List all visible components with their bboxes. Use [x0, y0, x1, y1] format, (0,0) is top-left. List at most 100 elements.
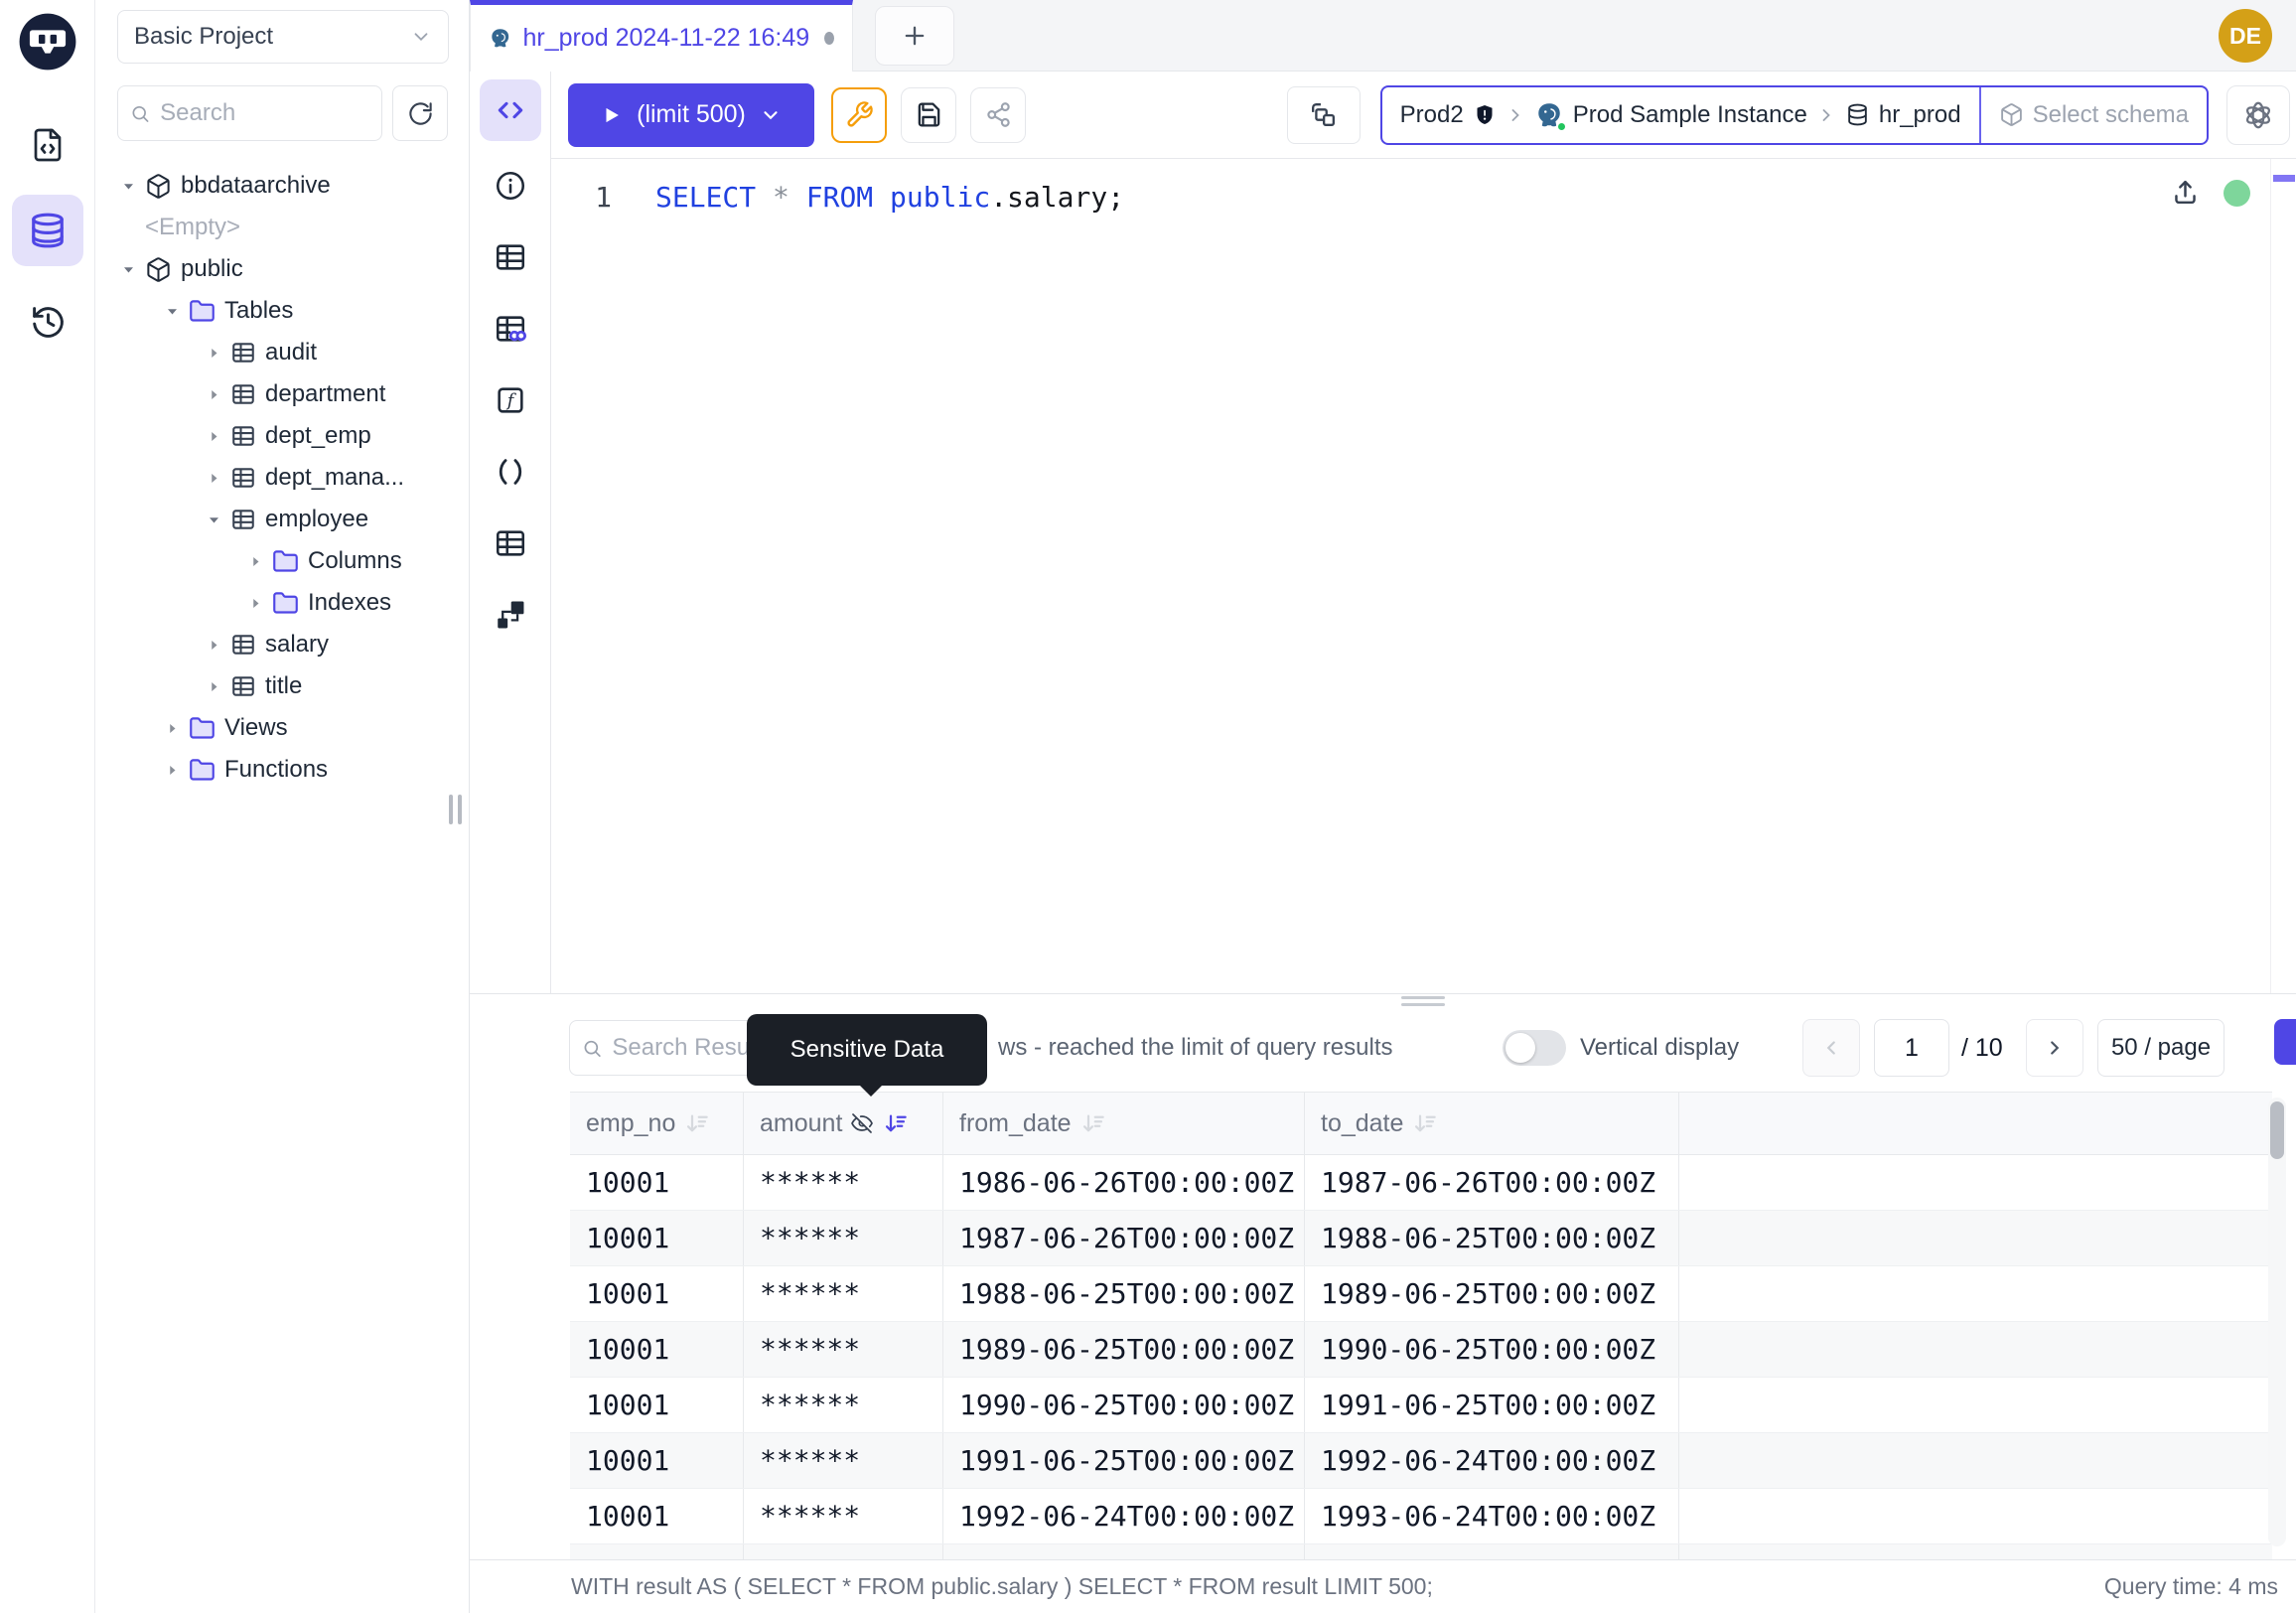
- tree-item-department[interactable]: department: [95, 373, 469, 415]
- tree-caret[interactable]: [161, 304, 183, 319]
- tree-item-columns[interactable]: Columns: [95, 540, 469, 582]
- table-row[interactable]: 10001******1990-06-25T00:00:00Z1991-06-2…: [570, 1378, 2272, 1433]
- sort-toggle[interactable]: [683, 1110, 710, 1137]
- refresh-schema-button[interactable]: [392, 85, 448, 141]
- cell[interactable]: 1987-06-26T00:00:00Z: [943, 1211, 1305, 1265]
- table-row[interactable]: 10001******1992-06-24T00:00:00Z1993-06-2…: [570, 1489, 2272, 1544]
- cell[interactable]: 1990-06-25T00:00:00Z: [1305, 1322, 1679, 1377]
- cell[interactable]: 10001: [570, 1211, 744, 1265]
- tree-caret[interactable]: [203, 387, 224, 402]
- bytebase-logo[interactable]: [17, 11, 78, 73]
- page-number-input[interactable]: [1874, 1019, 1949, 1077]
- run-query-button[interactable]: (limit 500): [568, 83, 814, 147]
- sort-toggle[interactable]: [1079, 1110, 1106, 1137]
- editor-overview-ruler[interactable]: [2270, 159, 2296, 993]
- sort-toggle[interactable]: [882, 1110, 909, 1137]
- results-scrollbar[interactable]: [2268, 1098, 2286, 1546]
- table-row[interactable]: 10001******1987-06-26T00:00:00Z1988-06-2…: [570, 1211, 2272, 1266]
- history-nav-icon[interactable]: [12, 286, 83, 358]
- tab-hr-prod[interactable]: hr_prod 2024-11-22 16:49: [470, 0, 853, 72]
- upload-sql-button[interactable]: [2170, 177, 2201, 208]
- cell[interactable]: 10001: [570, 1544, 744, 1559]
- page-size-select[interactable]: 50 / page: [2097, 1019, 2224, 1077]
- column-header-amount[interactable]: amount: [744, 1093, 943, 1154]
- tree-caret[interactable]: [161, 721, 183, 736]
- tree-item-salary[interactable]: salary: [95, 624, 469, 665]
- cell[interactable]: ******: [744, 1489, 943, 1543]
- tree-item-bbdataarchive[interactable]: bbdataarchive: [95, 165, 469, 207]
- tree-item-audit[interactable]: audit: [95, 332, 469, 373]
- tree-item-functions[interactable]: Functions: [95, 749, 469, 791]
- previous-page-button[interactable]: [1802, 1019, 1860, 1077]
- tree-caret[interactable]: [161, 763, 183, 778]
- save-sheet-button[interactable]: [901, 87, 956, 143]
- cell[interactable]: 10001: [570, 1322, 744, 1377]
- cell[interactable]: 1987-06-26T00:00:00Z: [1305, 1155, 1679, 1210]
- tables-panel-button[interactable]: [480, 226, 541, 288]
- tree-item-dept-emp[interactable]: dept_emp: [95, 415, 469, 457]
- tree-item-empty[interactable]: <Empty>: [95, 207, 469, 248]
- cell[interactable]: 1991-06-25T00:00:00Z: [943, 1433, 1305, 1488]
- sql-code-editor[interactable]: 1 SELECT * FROM public.salary;: [551, 159, 2296, 993]
- cell[interactable]: 1990-06-25T00:00:00Z: [943, 1378, 1305, 1432]
- cell[interactable]: ******: [744, 1378, 943, 1432]
- table-row[interactable]: 10001******1993-06-24T00:00:00Z1994-06-2…: [570, 1544, 2272, 1559]
- tree-caret[interactable]: [244, 596, 266, 611]
- tree-caret[interactable]: [244, 554, 266, 569]
- schema-selector[interactable]: Select schema: [1981, 87, 2207, 143]
- connection-context[interactable]: Prod2 Prod Sample Instance hr_prod: [1382, 87, 1979, 143]
- cell[interactable]: 10001: [570, 1489, 744, 1543]
- tree-caret[interactable]: [203, 679, 224, 694]
- cell[interactable]: 1993-06-24T00:00:00Z: [943, 1544, 1305, 1559]
- table-row[interactable]: 10001******1991-06-25T00:00:00Z1992-06-2…: [570, 1433, 2272, 1489]
- cell[interactable]: 1989-06-25T00:00:00Z: [1305, 1266, 1679, 1321]
- user-avatar[interactable]: DE: [2219, 9, 2272, 63]
- ai-assistant-button[interactable]: [2226, 85, 2290, 145]
- cell[interactable]: 1991-06-25T00:00:00Z: [1305, 1378, 1679, 1432]
- cell[interactable]: ******: [744, 1322, 943, 1377]
- cell[interactable]: 1992-06-24T00:00:00Z: [1305, 1433, 1679, 1488]
- export-edge-button[interactable]: [2274, 1019, 2296, 1065]
- cell[interactable]: 10001: [570, 1155, 744, 1210]
- functions-panel-button[interactable]: f: [480, 369, 541, 431]
- views-panel-button[interactable]: [480, 513, 541, 574]
- cell[interactable]: ******: [744, 1266, 943, 1321]
- new-tab-button[interactable]: [875, 6, 954, 66]
- sql-editor-mode-button[interactable]: [480, 79, 541, 141]
- results-resize-handle[interactable]: [1401, 996, 1445, 1010]
- tree-item-public[interactable]: public: [95, 248, 469, 290]
- column-header-from-date[interactable]: from_date: [943, 1093, 1305, 1154]
- cell[interactable]: 10001: [570, 1378, 744, 1432]
- tree-caret[interactable]: [203, 429, 224, 444]
- cell[interactable]: 1986-06-26T00:00:00Z: [943, 1155, 1305, 1210]
- tree-caret[interactable]: [117, 179, 139, 194]
- cell[interactable]: 10001: [570, 1266, 744, 1321]
- tree-item-indexes[interactable]: Indexes: [95, 582, 469, 624]
- cell[interactable]: 10001: [570, 1433, 744, 1488]
- database-nav-icon[interactable]: [12, 195, 83, 266]
- table-row[interactable]: 10001******1986-06-26T00:00:00Z1987-06-2…: [570, 1155, 2272, 1211]
- connection-panel-button[interactable]: [1287, 86, 1361, 144]
- schema-diagram-button[interactable]: [480, 584, 541, 646]
- next-page-button[interactable]: [2026, 1019, 2083, 1077]
- tree-item-dept-mana[interactable]: dept_mana...: [95, 457, 469, 499]
- tree-caret[interactable]: [203, 638, 224, 653]
- tree-caret[interactable]: [117, 262, 139, 277]
- sidebar-search-input[interactable]: [160, 99, 369, 127]
- cell[interactable]: ******: [744, 1155, 943, 1210]
- info-panel-button[interactable]: [480, 155, 541, 217]
- cell[interactable]: 1988-06-25T00:00:00Z: [1305, 1211, 1679, 1265]
- cell[interactable]: ******: [744, 1433, 943, 1488]
- tree-caret[interactable]: [203, 346, 224, 361]
- project-selector[interactable]: Basic Project: [117, 10, 449, 64]
- table-row[interactable]: 10001******1989-06-25T00:00:00Z1990-06-2…: [570, 1322, 2272, 1378]
- tree-item-tables[interactable]: Tables: [95, 290, 469, 332]
- cell[interactable]: ******: [744, 1211, 943, 1265]
- cell[interactable]: 1994-06-24T00:00:00Z: [1305, 1544, 1679, 1559]
- tree-item-title[interactable]: title: [95, 665, 469, 707]
- tree-item-views[interactable]: Views: [95, 707, 469, 749]
- procedures-panel-button[interactable]: [480, 441, 541, 503]
- column-header-to-date[interactable]: to_date: [1305, 1093, 1679, 1154]
- cell[interactable]: 1993-06-24T00:00:00Z: [1305, 1489, 1679, 1543]
- cell[interactable]: 1988-06-25T00:00:00Z: [943, 1266, 1305, 1321]
